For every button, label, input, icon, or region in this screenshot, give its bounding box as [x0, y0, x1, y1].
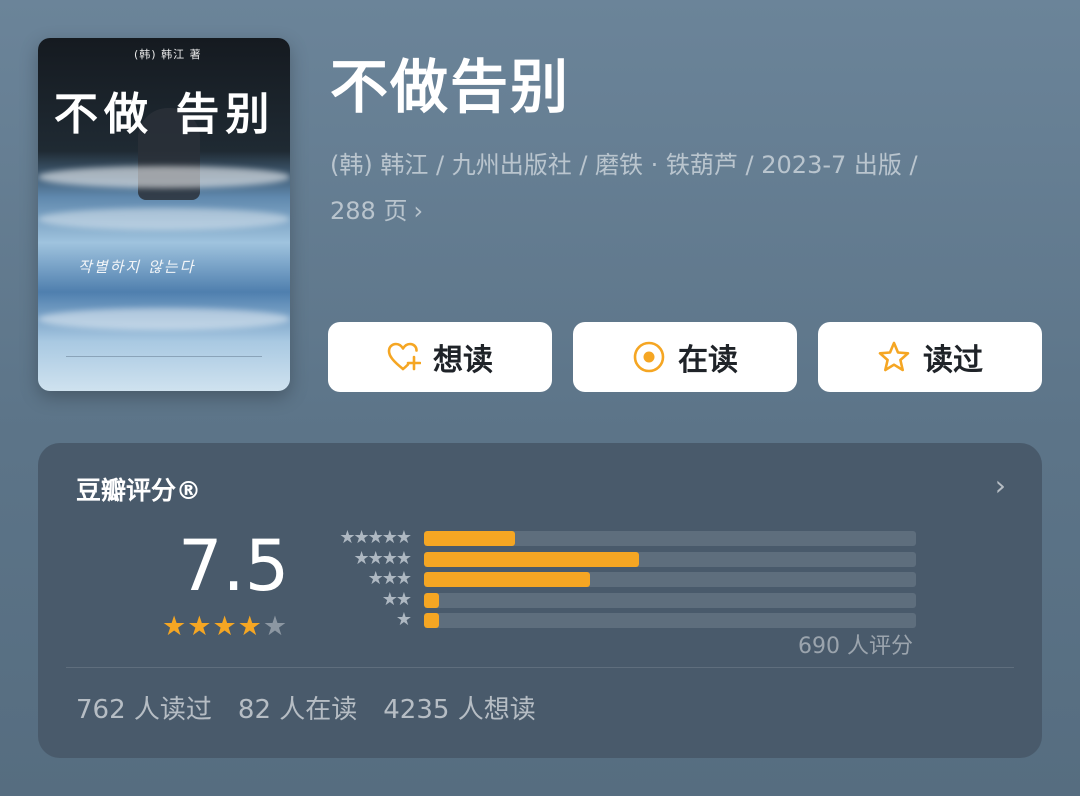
have-read-label: 读过 [923, 343, 983, 378]
reading-button[interactable]: 在读 [573, 322, 797, 392]
rating-header: 豆瓣评分® [76, 476, 202, 505]
chevron-right-icon: › [413, 197, 424, 225]
book-meta[interactable]: (韩) 韩江 / 九州出版社 / 磨铁 · 铁葫芦 / 2023-7 出版 / … [330, 142, 1020, 234]
cover-wave [38, 208, 290, 230]
star-empty-icon: ★ [262, 611, 288, 642]
rating-score: 7.5 [178, 525, 290, 607]
target-icon [632, 340, 666, 374]
reading-count[interactable]: 82 人在读 [238, 689, 357, 726]
rating-bar-fill [424, 572, 591, 587]
cover-wave [38, 166, 290, 188]
chevron-right-icon[interactable]: › [995, 469, 1006, 502]
rating-bar-track [424, 572, 916, 587]
star-row-label: ★★★★ [353, 547, 412, 569]
cover-author-tag: (韩) 韩江 著 [134, 48, 202, 61]
star-row-label: ★★★★★ [339, 527, 412, 549]
rating-bar-fill [424, 551, 640, 567]
reader-stats: 762 人读过 82 人在读 4235 人想读 [76, 689, 536, 726]
rating-bar-fill [424, 531, 516, 546]
rating-bar-fill [424, 613, 439, 628]
rating-bar-track [424, 592, 916, 608]
star-filled-icon: ★ [237, 611, 262, 642]
heart-plus-icon [387, 341, 421, 373]
star-row-label: ★★★ [367, 568, 412, 590]
rating-row-2: ★★ [322, 588, 916, 611]
have-read-button[interactable]: 读过 [818, 322, 1042, 392]
rating-bar-fill [424, 592, 439, 608]
page-count: 288 页 [330, 197, 408, 225]
cover-wave [38, 308, 290, 330]
star-filled-icon: ★ [162, 611, 187, 642]
rating-count: 690 人评分 [798, 634, 913, 659]
rating-stars: ★ ★ ★ ★ ★ [162, 613, 287, 640]
want-count[interactable]: 4235 人想读 [383, 689, 535, 726]
rating-distribution: ★★★★★ ★★★★ ★★★ ★★ ★ [322, 527, 916, 631]
rating-row-3: ★★★ [322, 568, 916, 590]
book-meta-line: 288 页 › [330, 188, 1020, 234]
star-row-label: ★★ [381, 588, 412, 610]
divider [66, 667, 1014, 668]
book-title: 不做告别 [330, 53, 571, 121]
want-to-read-button[interactable]: 想读 [328, 322, 552, 392]
star-filled-icon: ★ [212, 611, 237, 642]
want-to-read-label: 想读 [433, 343, 493, 378]
star-icon [877, 340, 911, 374]
book-cover[interactable]: (韩) 韩江 著 不做 告别 작별하지 않는다 [38, 38, 290, 391]
rating-bar-track [424, 531, 916, 546]
rating-row-4: ★★★★ [322, 547, 916, 570]
read-count[interactable]: 762 人读过 [76, 689, 212, 726]
star-filled-icon: ★ [187, 611, 212, 642]
cover-footer [66, 356, 262, 381]
cover-title: 不做 告别 [54, 89, 276, 140]
rating-card[interactable]: 豆瓣评分® › 7.5 ★ ★ ★ ★ ★ ★★★★★ ★★★★ ★★★ ★★ ★ 69… [38, 443, 1042, 758]
cover-korean-title: 작별하지 않는다 [78, 258, 196, 276]
rating-bar-track [424, 551, 916, 567]
rating-bar-track [424, 613, 916, 628]
rating-row-5: ★★★★★ [322, 527, 916, 549]
star-row-label: ★ [395, 609, 412, 631]
rating-row-1: ★ [322, 609, 916, 631]
reading-label: 在读 [678, 343, 738, 378]
book-meta-line: (韩) 韩江 / 九州出版社 / 磨铁 · 铁葫芦 / 2023-7 出版 / [330, 151, 918, 179]
